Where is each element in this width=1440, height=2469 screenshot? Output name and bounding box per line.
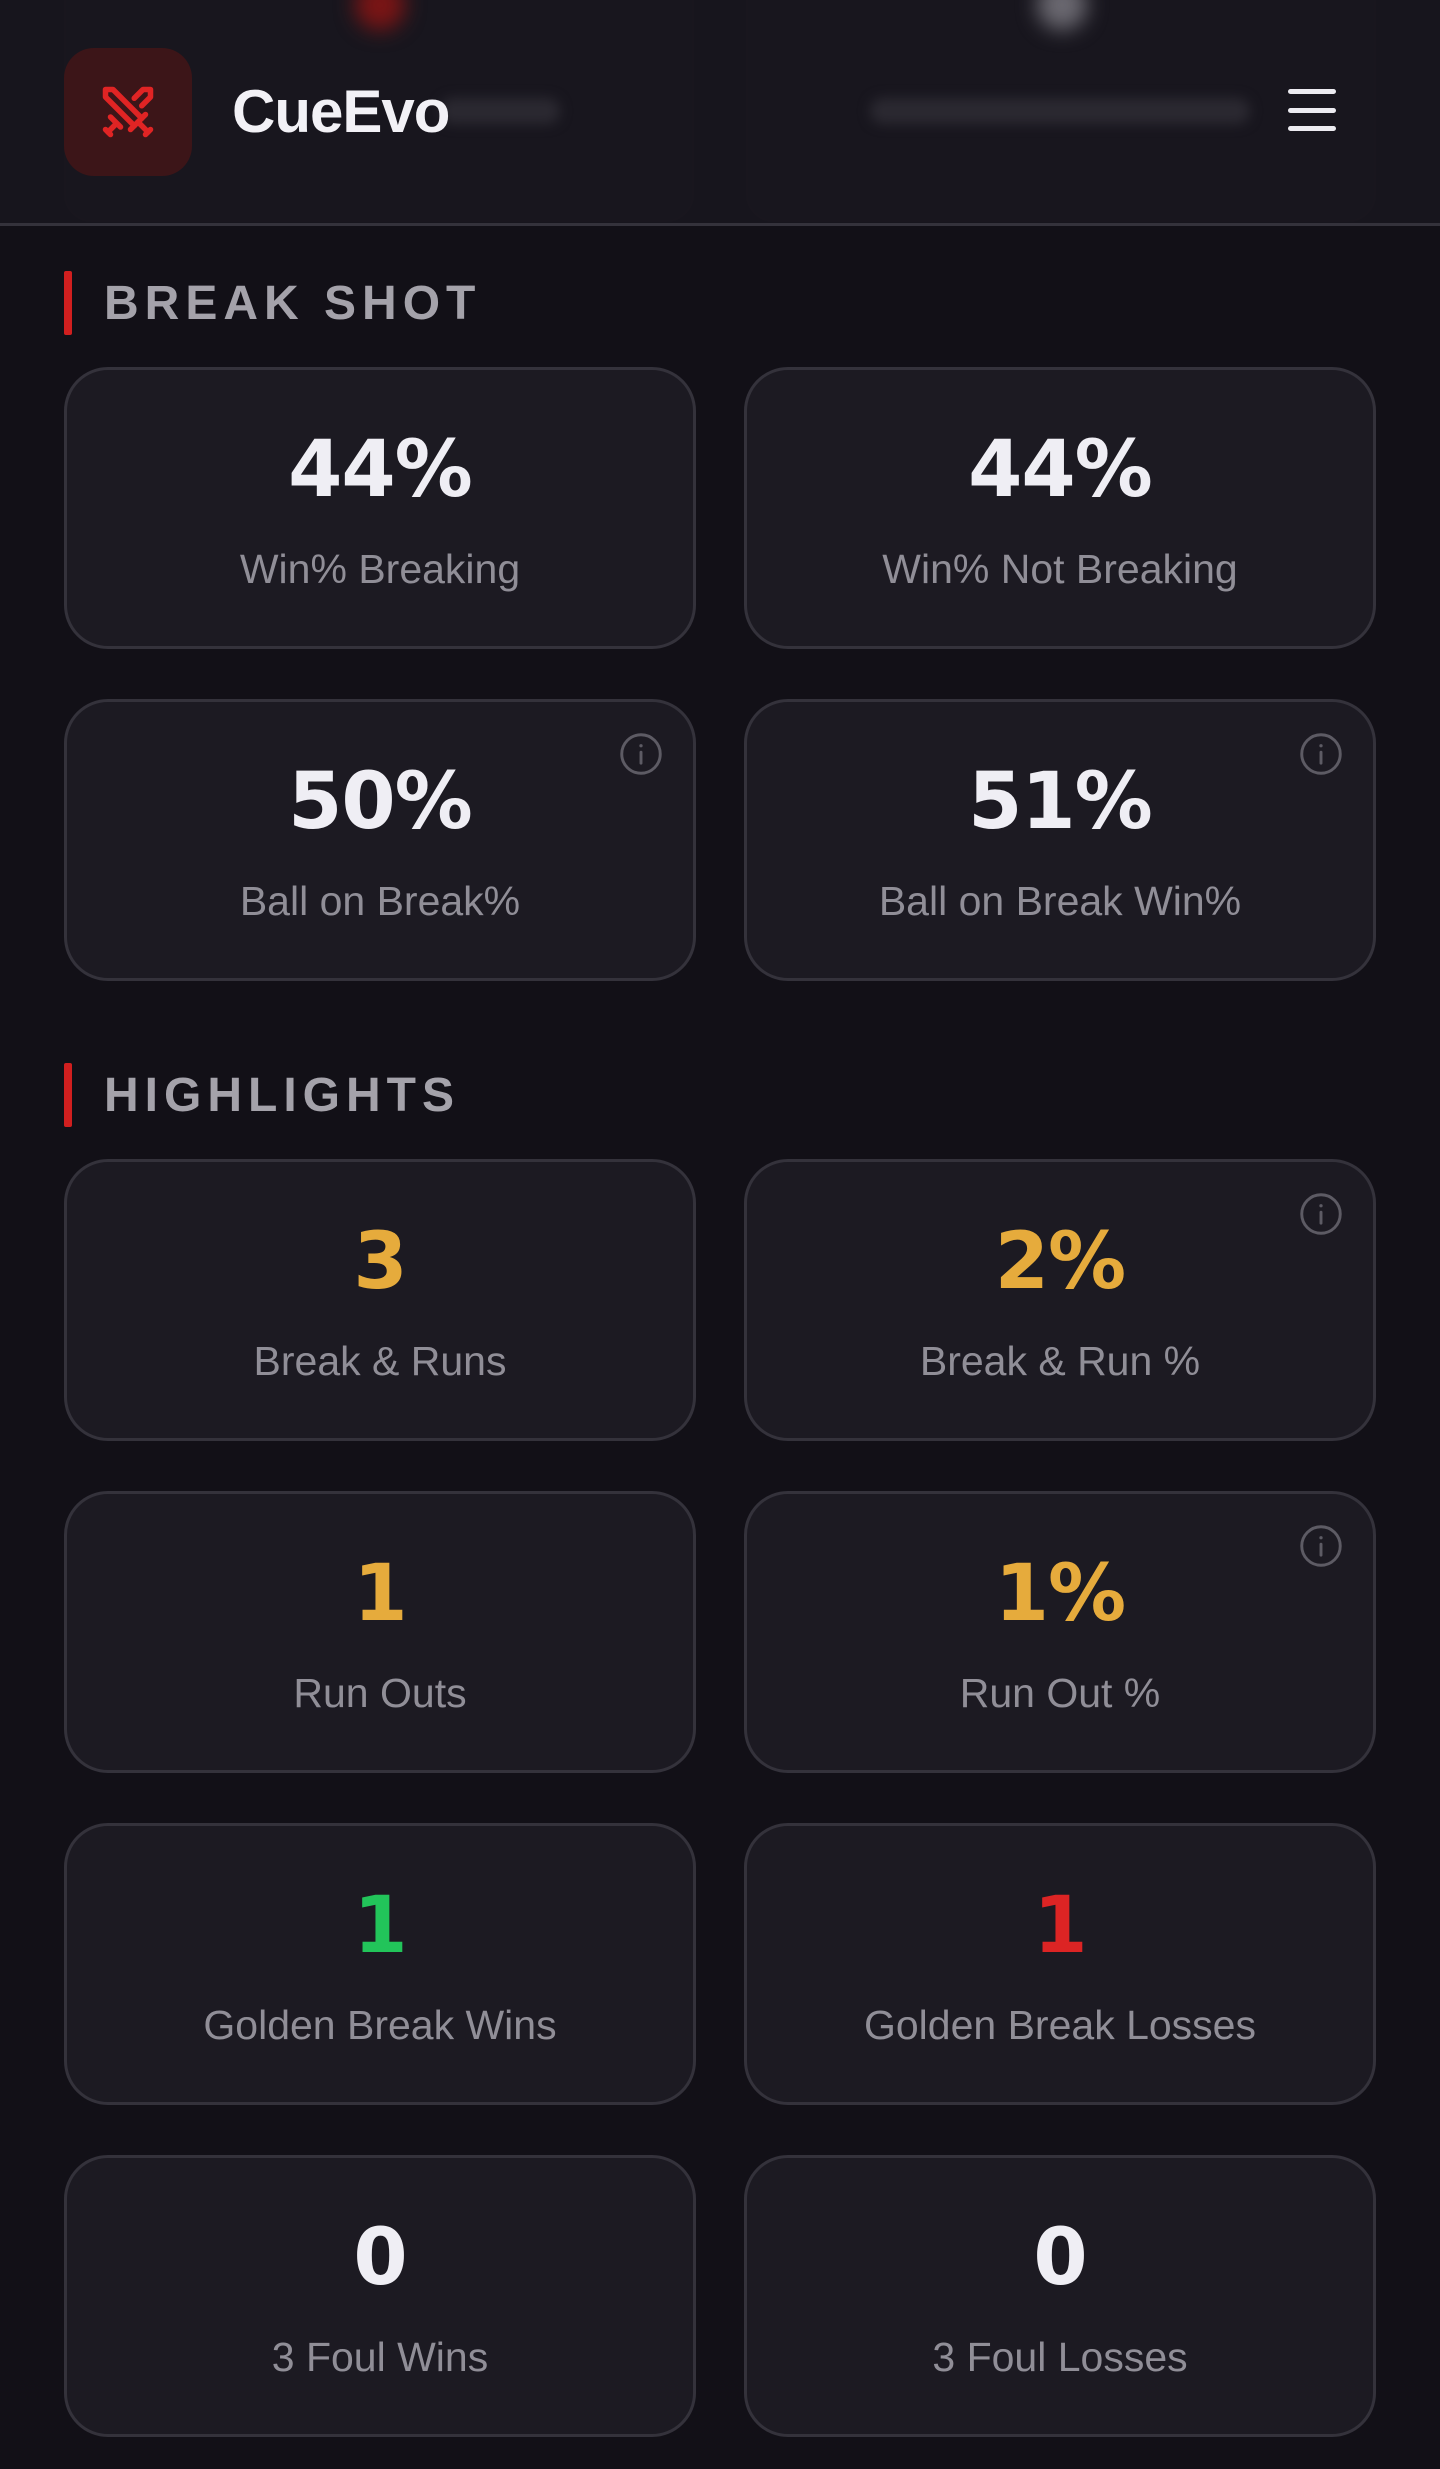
stat-label: Run Out %: [959, 1670, 1161, 1716]
app-logo[interactable]: [64, 48, 192, 176]
section-accent-bar: [64, 271, 72, 335]
blurred-text: [440, 98, 560, 124]
stat-value: 1: [353, 1549, 407, 1639]
stat-label: Golden Break Wins: [203, 2002, 557, 2048]
crossed-swords-icon: [102, 86, 154, 138]
section-header-highlights: HIGHLIGHTS: [64, 1062, 460, 1128]
blurred-dot: [1037, 0, 1087, 30]
blurred-text: [870, 98, 1250, 124]
stat-value: 51%: [968, 757, 1153, 847]
stat-value: 0: [353, 2213, 407, 2303]
stat-label: Win% Breaking: [239, 546, 521, 592]
stat-label: Break & Run %: [919, 1338, 1201, 1384]
stat-value: 44%: [288, 425, 473, 515]
stat-value: 1: [353, 1881, 407, 1971]
stat-value: 44%: [968, 425, 1153, 515]
stat-card-win-not-breaking: 44% Win% Not Breaking: [744, 367, 1376, 649]
stat-card-3-foul-losses: 0 3 Foul Losses: [744, 2155, 1376, 2437]
stat-value: 1%: [994, 1549, 1126, 1639]
section-title: HIGHLIGHTS: [104, 1068, 460, 1122]
stat-value: 2%: [994, 1217, 1126, 1307]
stat-label: Break & Runs: [253, 1338, 507, 1384]
stat-label: 3 Foul Wins: [271, 2334, 489, 2380]
stat-value: 0: [1033, 2213, 1087, 2303]
stat-card-golden-break-wins: 1 Golden Break Wins: [64, 1823, 696, 2105]
stat-label: Win% Not Breaking: [882, 546, 1238, 592]
stat-card-3-foul-wins: 0 3 Foul Wins: [64, 2155, 696, 2437]
stat-card-golden-break-losses: 1 Golden Break Losses: [744, 1823, 1376, 2105]
app-name[interactable]: CueEvo: [232, 76, 450, 148]
stat-card-break-and-run-percent: 2% Break & Run %: [744, 1159, 1376, 1441]
stat-value: 3: [353, 1217, 407, 1307]
stat-card-ball-on-break-win: 51% Ball on Break Win%: [744, 699, 1376, 981]
stat-label: Golden Break Losses: [863, 2002, 1256, 2048]
stat-card-break-and-runs: 3 Break & Runs: [64, 1159, 696, 1441]
stat-label: Ball on Break Win%: [878, 878, 1242, 924]
stat-card-win-breaking: 44% Win% Breaking: [64, 367, 696, 649]
section-accent-bar: [64, 1063, 72, 1127]
stat-card-ball-on-break: 50% Ball on Break%: [64, 699, 696, 981]
section-title: BREAK SHOT: [104, 276, 482, 330]
hamburger-menu-icon[interactable]: [1284, 86, 1340, 134]
app-header: CueEvo: [0, 0, 1440, 226]
stat-label: Ball on Break%: [239, 878, 521, 924]
stat-value: 1: [1033, 1881, 1087, 1971]
stat-card-run-out-percent: 1% Run Out %: [744, 1491, 1376, 1773]
stat-label: 3 Foul Losses: [932, 2334, 1188, 2380]
blurred-dot: [355, 0, 405, 30]
stat-card-run-outs: 1 Run Outs: [64, 1491, 696, 1773]
stat-value: 50%: [288, 757, 473, 847]
stat-label: Run Outs: [293, 1670, 467, 1716]
section-header-break-shot: BREAK SHOT: [64, 270, 481, 336]
